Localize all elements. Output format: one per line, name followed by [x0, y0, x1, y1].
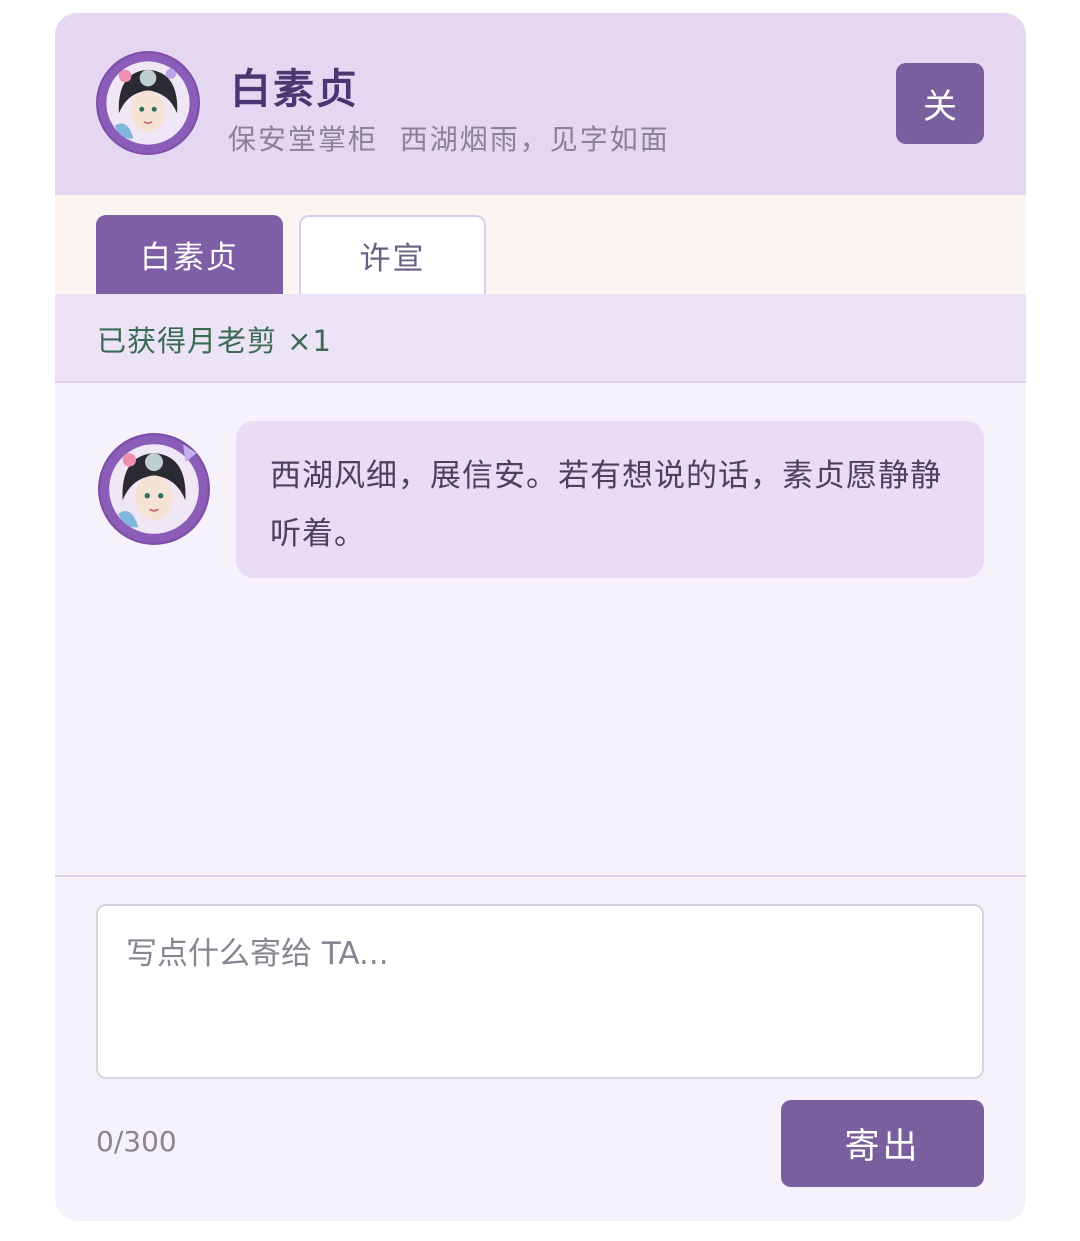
- panel-header: 白素贞 保安堂掌柜 西湖烟雨，见字如面 关: [55, 13, 1026, 195]
- letter-panel: 白素贞 保安堂掌柜 西湖烟雨，见字如面 关 白素贞 许宣 已获得月老剪 ×1 西…: [55, 13, 1026, 1221]
- reward-notice: 已获得月老剪 ×1: [55, 294, 1026, 383]
- composer: 0/300 寄出: [55, 875, 1026, 1221]
- tab-bai-suzhen[interactable]: 白素贞: [96, 215, 283, 294]
- character-name: 白素贞: [230, 65, 359, 113]
- reward-notice-text: 已获得月老剪 ×1: [97, 324, 332, 358]
- letter-input[interactable]: [96, 904, 984, 1079]
- close-button[interactable]: 关: [896, 63, 984, 144]
- send-button[interactable]: 寄出: [781, 1100, 984, 1187]
- tab-xu-xuan[interactable]: 许宣: [299, 215, 486, 294]
- tab-bar: 白素贞 许宣: [55, 195, 1026, 294]
- character-avatar: [96, 51, 200, 155]
- character-subtitle: 保安堂掌柜 西湖烟雨，见字如面: [228, 123, 670, 156]
- message-bubble: 西湖风细，展信安。若有想说的话，素贞愿静静听着。: [236, 421, 984, 578]
- message-avatar: [98, 433, 210, 545]
- char-counter: 0/300: [96, 1125, 177, 1158]
- chat-area: 西湖风细，展信安。若有想说的话，素贞愿静静听着。: [55, 383, 1026, 875]
